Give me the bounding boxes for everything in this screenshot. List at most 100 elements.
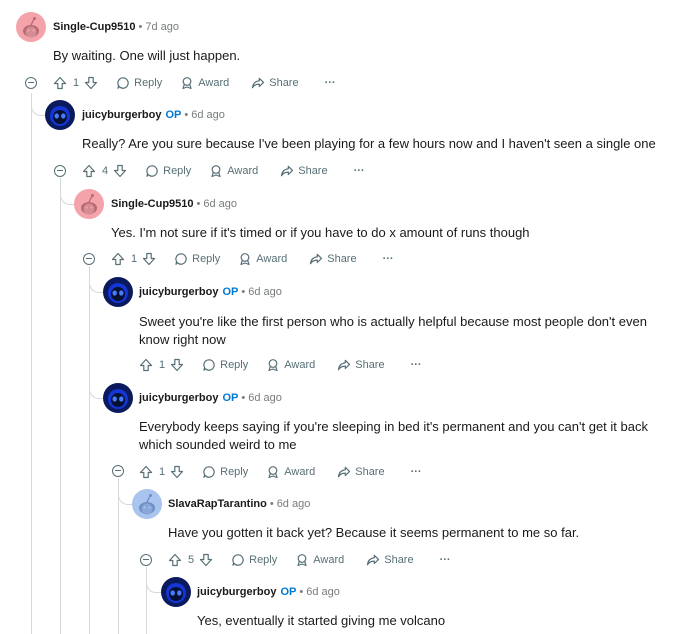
award-icon — [268, 466, 278, 479]
vote-score: 1 — [73, 77, 80, 89]
upvote-button[interactable] — [139, 465, 153, 479]
author-name[interactable]: SlavaRapTarantino — [168, 498, 267, 510]
reply-button[interactable]: Reply — [145, 164, 191, 178]
share-button[interactable]: Share — [251, 76, 299, 90]
avatar[interactable] — [103, 277, 133, 307]
reply-button[interactable]: Reply — [116, 76, 162, 90]
upvote-button[interactable] — [82, 164, 96, 178]
author-name[interactable]: juicyburgerboy — [139, 392, 218, 404]
share-label: Share — [327, 253, 357, 265]
snoo-avatar-icon — [103, 277, 133, 307]
comment-body: Really? Are you sure because I've been p… — [82, 136, 656, 151]
avatar[interactable] — [16, 12, 46, 42]
comment-age[interactable]: 7d ago — [145, 21, 179, 33]
downvote-button[interactable] — [170, 465, 184, 479]
collapse-thread-button[interactable] — [54, 165, 66, 177]
upvote-button[interactable] — [53, 76, 67, 90]
op-badge: OP — [280, 586, 297, 598]
snoo-avatar-icon — [16, 12, 46, 42]
award-icon — [297, 554, 307, 567]
avatar[interactable] — [74, 189, 104, 219]
snoo-avatar-icon — [161, 577, 191, 607]
comment-age[interactable]: 6d ago — [306, 586, 340, 598]
comment-meta: SlavaRapTarantino • 6d ago — [168, 497, 310, 511]
comment-body: Yes. I'm not sure if it's timed or if yo… — [111, 225, 530, 240]
award-button[interactable]: Award — [209, 164, 258, 178]
author-name[interactable]: Single-Cup9510 — [111, 198, 194, 210]
downvote-button[interactable] — [84, 76, 98, 90]
share-arrow-icon — [367, 554, 380, 566]
avatar[interactable] — [132, 489, 162, 519]
thread-elbow — [146, 567, 162, 593]
downvote-button[interactable] — [113, 164, 127, 178]
more-options-button[interactable]: ··· — [411, 359, 422, 371]
upvote-button[interactable] — [168, 553, 182, 567]
reply-button[interactable]: Reply — [202, 465, 248, 479]
comment-age[interactable]: 6d ago — [203, 198, 237, 210]
upvote-button[interactable] — [111, 252, 125, 266]
comment-age[interactable]: 6d ago — [248, 392, 282, 404]
reply-label: Reply — [220, 466, 249, 478]
award-button[interactable]: Award — [238, 252, 287, 266]
op-badge: OP — [222, 286, 239, 298]
more-options-button[interactable]: ··· — [354, 165, 365, 177]
comment-actions: 1 Reply Award Share ··· — [53, 73, 336, 93]
downvote-arrow-icon — [171, 358, 184, 372]
award-button[interactable]: Award — [266, 465, 315, 479]
reply-label: Reply — [220, 359, 249, 371]
share-arrow-icon — [281, 165, 294, 177]
award-icon — [211, 165, 221, 178]
comment-body: Yes, eventually it started giving me vol… — [197, 613, 446, 628]
avatar[interactable] — [45, 100, 75, 130]
author-name[interactable]: juicyburgerboy — [82, 109, 161, 121]
author-name[interactable]: juicyburgerboy — [197, 586, 276, 598]
more-options-button[interactable]: ··· — [383, 253, 394, 265]
comment-actions: 1 Reply Award Share ··· — [111, 249, 394, 269]
separator-dot: • — [138, 21, 143, 33]
more-options-button[interactable]: ··· — [440, 554, 451, 566]
reply-button[interactable]: Reply — [174, 252, 220, 266]
award-label: Award — [256, 253, 288, 265]
author-name[interactable]: Single-Cup9510 — [53, 21, 136, 33]
award-button[interactable]: Award — [295, 553, 344, 567]
more-options-button[interactable]: ··· — [325, 77, 336, 89]
award-button[interactable]: Award — [266, 358, 315, 372]
downvote-button[interactable] — [199, 553, 213, 567]
share-arrow-icon — [310, 253, 323, 265]
reply-bubble-icon — [203, 359, 215, 371]
award-label: Award — [198, 77, 230, 89]
comment-age[interactable]: 6d ago — [191, 109, 225, 121]
snoo-avatar-icon — [74, 189, 104, 219]
collapse-thread-button[interactable] — [140, 554, 152, 566]
comment-meta: Single-Cup9510 • 6d ago — [111, 197, 237, 211]
reply-button[interactable]: Reply — [231, 553, 277, 567]
share-arrow-icon — [338, 359, 351, 371]
downvote-arrow-icon — [171, 465, 184, 479]
avatar[interactable] — [161, 577, 191, 607]
collapse-thread-button[interactable] — [83, 253, 95, 265]
reply-bubble-icon — [146, 165, 158, 177]
share-button[interactable]: Share — [337, 358, 385, 372]
author-name[interactable]: juicyburgerboy — [139, 286, 218, 298]
upvote-arrow-icon — [139, 465, 153, 479]
award-button[interactable]: Award — [180, 76, 229, 90]
downvote-button[interactable] — [142, 252, 156, 266]
share-label: Share — [355, 359, 385, 371]
vote-score: 4 — [102, 165, 109, 177]
reply-button[interactable]: Reply — [202, 358, 248, 372]
downvote-button[interactable] — [170, 358, 184, 372]
op-badge: OP — [165, 109, 182, 121]
comment-age[interactable]: 6d ago — [248, 286, 282, 298]
upvote-button[interactable] — [139, 358, 153, 372]
share-arrow-icon — [338, 466, 351, 478]
share-button[interactable]: Share — [309, 252, 357, 266]
share-button[interactable]: Share — [337, 465, 385, 479]
collapse-thread-button[interactable] — [112, 465, 124, 477]
avatar[interactable] — [103, 383, 133, 413]
share-label: Share — [298, 165, 328, 177]
comment-age[interactable]: 6d ago — [277, 498, 311, 510]
share-button[interactable]: Share — [280, 164, 328, 178]
collapse-thread-button[interactable] — [25, 77, 37, 89]
more-options-button[interactable]: ··· — [411, 466, 422, 478]
share-button[interactable]: Share — [366, 553, 414, 567]
